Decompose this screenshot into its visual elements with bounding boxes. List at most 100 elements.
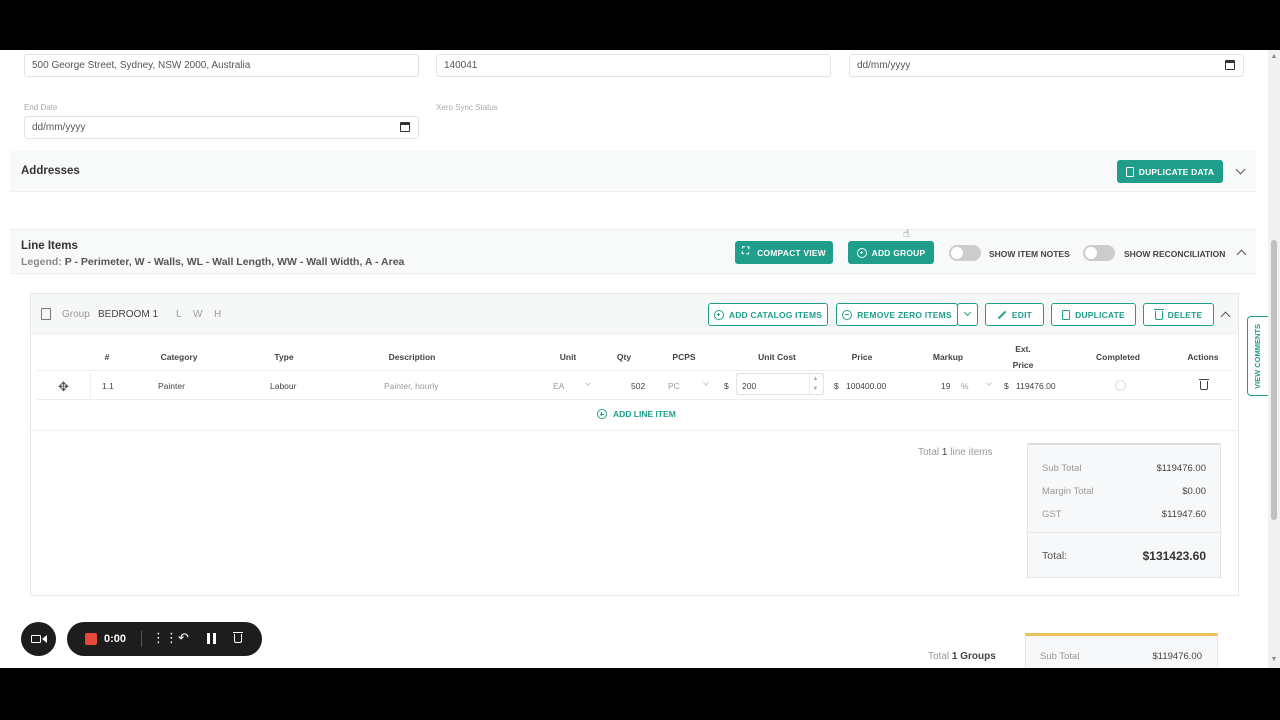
grid-icon[interactable]: ⋮⋮	[152, 630, 178, 646]
col-category: Category	[160, 352, 198, 362]
delete-group-button[interactable]: DELETE	[1143, 303, 1214, 326]
groups-total-suffix: Groups	[960, 651, 996, 662]
total-suffix: line items	[950, 447, 993, 458]
chevron-up-icon[interactable]	[1236, 249, 1247, 260]
row-category[interactable]: Painter	[158, 381, 185, 391]
line-items-title: Line Items	[21, 240, 78, 252]
trash-icon	[1153, 309, 1164, 320]
row-price: 100400.00	[846, 381, 887, 391]
col-unit-cost: Unit Cost	[758, 352, 796, 362]
chevron-down-icon	[963, 308, 972, 317]
stop-record-icon[interactable]	[85, 633, 97, 645]
group-name: BEDROOM 1	[98, 309, 159, 320]
number-stepper[interactable]: ▲ ▼	[809, 374, 821, 394]
gst-value: $11947.60	[1161, 509, 1206, 520]
view-comments-tab[interactable]: VIEW COMMENTS	[1247, 316, 1269, 396]
group-dim-l: L	[176, 309, 182, 320]
total-value: $131423.60	[1142, 549, 1206, 563]
pencil-icon	[997, 310, 1007, 320]
xero-sync-label: Xero Sync Status	[436, 103, 498, 112]
end-date-label: End Date	[24, 103, 58, 112]
duplicate-label: DUPLICATE	[1075, 309, 1125, 320]
legend-text: P - Perimeter, W - Walls, WL - Wall Leng…	[64, 256, 405, 268]
col-unit: Unit	[559, 352, 577, 362]
summary-divider	[1028, 532, 1220, 533]
calendar-icon[interactable]	[400, 122, 410, 132]
completed-checkbox[interactable]	[1115, 380, 1126, 391]
show-reconciliation-label: SHOW RECONCILIATION	[1124, 249, 1226, 259]
drag-handle-icon[interactable]: ✥	[58, 379, 69, 395]
row-divider	[90, 373, 91, 399]
end-date-field[interactable]: dd/mm/yyyy	[24, 116, 419, 139]
divider	[31, 430, 1238, 431]
scrollbar-thumb[interactable]	[1271, 240, 1277, 520]
chevron-down-icon[interactable]	[585, 380, 591, 386]
page-viewport: 500 George Street, Sydney, NSW 2000, Aus…	[0, 50, 1280, 668]
row-markup-unit[interactable]: %	[961, 381, 969, 391]
add-group-button[interactable]: ADD GROUP	[848, 241, 934, 264]
line-items-bar: Line Items Legend: P - Perimeter, W - Wa…	[10, 229, 1256, 274]
number-field[interactable]: 140041	[436, 54, 831, 77]
group-icon	[41, 308, 51, 320]
row-unit[interactable]: EA	[553, 381, 564, 391]
total-count: 1	[941, 447, 948, 458]
camera-button[interactable]	[21, 622, 56, 656]
row-qty[interactable]: 502	[631, 381, 645, 391]
remove-zero-items-button[interactable]: REMOVE ZERO ITEMS	[836, 303, 958, 326]
undo-icon[interactable]: ↶	[178, 630, 189, 646]
view-comments-label: VIEW COMMENTS	[1253, 324, 1262, 389]
group-dim-h: H	[214, 309, 222, 320]
edit-label: EDIT	[1011, 309, 1033, 320]
address-field[interactable]: 500 George Street, Sydney, NSW 2000, Aus…	[24, 54, 419, 77]
grand-sub-total-value: $119476.00	[1152, 651, 1203, 662]
chevron-down-icon[interactable]	[986, 380, 992, 386]
scroll-up-icon[interactable]: ▲	[1270, 53, 1278, 61]
groups-total-count: 1	[951, 651, 958, 662]
compact-view-label: COMPACT VIEW	[757, 247, 826, 258]
group-label: Group	[62, 309, 90, 320]
add-line-item-button[interactable]: ADD LINE ITEM	[597, 409, 676, 419]
calendar-icon[interactable]	[1225, 60, 1235, 70]
pause-icon[interactable]	[207, 633, 210, 644]
chevron-up-icon[interactable]	[1220, 311, 1231, 322]
chevron-down-icon[interactable]	[703, 380, 709, 386]
col-ext: Ext.	[1015, 344, 1031, 354]
row-description[interactable]: Painter, hourly	[384, 381, 438, 391]
address-field-value: 500 George Street, Sydney, NSW 2000, Aus…	[32, 60, 251, 71]
copy-icon	[1125, 166, 1134, 177]
unit-cost-input[interactable]: 200 ▲ ▼	[736, 373, 824, 395]
page-scrollbar[interactable]: ▲ ▼	[1268, 50, 1280, 668]
toolbar-divider	[141, 631, 142, 647]
duplicate-group-button[interactable]: DUPLICATE	[1051, 303, 1136, 326]
trash-icon[interactable]	[1199, 379, 1209, 390]
duplicate-data-button[interactable]: DUPLICATE DATA	[1117, 160, 1223, 183]
compact-view-button[interactable]: COMPACT VIEW	[735, 241, 833, 264]
sub-total-value: $119476.00	[1156, 463, 1207, 474]
start-date-placeholder: dd/mm/yyyy	[857, 60, 911, 71]
row-type[interactable]: Labour	[270, 381, 296, 391]
show-item-notes-toggle[interactable]	[949, 245, 981, 261]
trash-icon[interactable]	[233, 632, 243, 643]
row-ext-currency: $	[1004, 381, 1009, 391]
groups-total-prefix: Total	[928, 651, 950, 662]
row-markup[interactable]: 19	[941, 381, 950, 391]
margin-total-value: $0.00	[1182, 486, 1206, 497]
gst-label: GST	[1042, 509, 1062, 520]
plus-circle-icon	[856, 247, 867, 258]
grand-summary: Sub Total $119476.00	[1025, 633, 1218, 668]
pause-icon-bar	[213, 633, 216, 644]
remove-zero-dropdown[interactable]	[957, 303, 978, 326]
start-date-field[interactable]: dd/mm/yyyy	[849, 54, 1244, 77]
add-catalog-items-button[interactable]: ADD CATALOG ITEMS	[708, 303, 828, 326]
show-reconciliation-toggle[interactable]	[1083, 245, 1115, 261]
add-catalog-items-label: ADD CATALOG ITEMS	[728, 309, 823, 320]
row-pcps[interactable]: PC	[668, 381, 680, 391]
groups-total: Total 1 Groups	[928, 651, 996, 662]
legend-label: Legend:	[21, 256, 62, 268]
scroll-down-icon[interactable]: ▼	[1270, 656, 1278, 664]
group-header: Group BEDROOM 1 L W H ADD CATALOG ITEMS …	[31, 294, 1238, 334]
chevron-down-icon[interactable]	[1235, 164, 1246, 175]
edit-group-button[interactable]: EDIT	[985, 303, 1044, 326]
end-date-placeholder: dd/mm/yyyy	[32, 122, 86, 133]
addresses-bar[interactable]: Addresses DUPLICATE DATA	[10, 151, 1256, 192]
